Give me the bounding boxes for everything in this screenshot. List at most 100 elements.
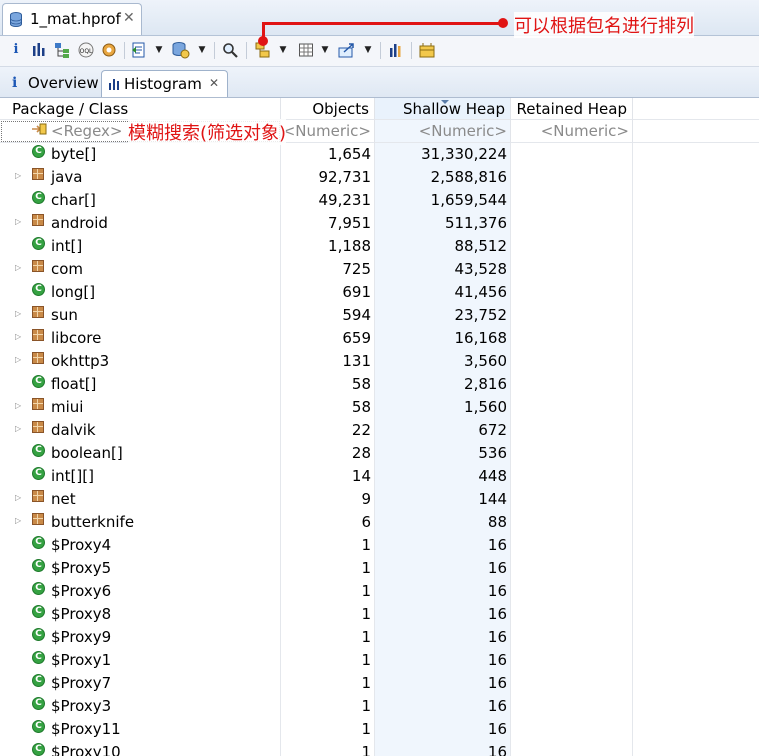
class-name: long[] <box>51 283 96 301</box>
dominator-tree-icon[interactable] <box>54 40 70 60</box>
column-header-objects[interactable]: Objects <box>281 98 375 120</box>
objects-cell: 1,654 <box>281 143 375 166</box>
expand-arrow-icon[interactable]: ▷ <box>15 171 21 180</box>
column-header-package-class[interactable]: Package / Class <box>0 98 281 120</box>
class-name: dalvik <box>51 421 96 439</box>
export-dropdown-icon[interactable]: ▼ <box>363 40 373 60</box>
overview-info-icon[interactable]: i <box>9 40 23 60</box>
table-row[interactable]: ▷ sun 594 23,752 <box>0 304 759 327</box>
class-name: com <box>51 260 84 278</box>
empty-cell <box>633 442 759 465</box>
expand-arrow-icon[interactable]: ▷ <box>15 332 21 341</box>
close-icon[interactable]: ✕ <box>123 10 135 26</box>
table-row[interactable]: ▷ android 7,951 511,376 <box>0 212 759 235</box>
oql-icon[interactable]: OQL <box>78 40 94 60</box>
table-row[interactable]: C $Proxy6 1 16 <box>0 580 759 603</box>
table-row[interactable]: Cbyte[] 1,654 31,330,224 <box>0 143 759 166</box>
name-cell: C $Proxy4 <box>0 534 281 557</box>
objects-cell: 1 <box>281 626 375 649</box>
shallow-heap-cell: 144 <box>375 488 511 511</box>
table-row[interactable]: Clong[] 691 41,456 <box>0 281 759 304</box>
retained-heap-cell <box>511 511 633 534</box>
retained-heap-cell <box>511 281 633 304</box>
close-icon[interactable]: ✕ <box>209 76 219 90</box>
tab-overview[interactable]: i Overview <box>6 70 99 97</box>
table-row[interactable]: C $Proxy4 1 16 <box>0 534 759 557</box>
histogram-icon[interactable] <box>32 40 46 60</box>
column-header-empty <box>633 98 759 120</box>
class-icon: C <box>32 582 45 595</box>
table-row[interactable]: C $Proxy8 1 16 <box>0 603 759 626</box>
group-by-dropdown-icon[interactable]: ▼ <box>278 40 288 60</box>
table-row[interactable]: Cint[][] 14 448 <box>0 465 759 488</box>
table-row[interactable]: C $Proxy9 1 16 <box>0 626 759 649</box>
column-header-shallow-heap[interactable]: Shallow Heap <box>375 98 511 120</box>
table-row[interactable]: ▷ dalvik 22 672 <box>0 419 759 442</box>
table-row[interactable]: C $Proxy5 1 16 <box>0 557 759 580</box>
table-row[interactable]: C $Proxy1 1 16 <box>0 649 759 672</box>
thread-overview-icon[interactable] <box>101 40 117 60</box>
compare-icon[interactable] <box>388 40 404 60</box>
column-header-retained-heap[interactable]: Retained Heap <box>511 98 633 120</box>
shallow-heap-filter-input[interactable]: <Numeric> <box>375 120 511 143</box>
table-row[interactable]: ▷ okhttp3 131 3,560 <box>0 350 759 373</box>
tab-histogram[interactable]: Histogram ✕ <box>101 70 228 97</box>
table-row[interactable]: C $Proxy11 1 16 <box>0 718 759 741</box>
class-icon: C <box>32 559 45 572</box>
class-icon: C <box>32 237 45 250</box>
expand-arrow-icon[interactable]: ▷ <box>15 516 21 525</box>
table-row[interactable]: ▷ com 725 43,528 <box>0 258 759 281</box>
table-row[interactable]: Cchar[] 49,231 1,659,544 <box>0 189 759 212</box>
expand-arrow-icon[interactable]: ▷ <box>15 263 21 272</box>
expand-arrow-icon[interactable]: ▷ <box>15 355 21 364</box>
merge-paths-icon[interactable] <box>419 40 435 60</box>
table-row[interactable]: ▷ butterknife 6 88 <box>0 511 759 534</box>
expand-arrow-icon[interactable]: ▷ <box>15 217 21 226</box>
expand-arrow-icon[interactable]: ▷ <box>15 493 21 502</box>
table-row[interactable]: ▷ java 92,731 2,588,816 <box>0 166 759 189</box>
class-icon: C <box>32 720 45 733</box>
objects-cell: 1 <box>281 672 375 695</box>
shallow-heap-cell: 2,816 <box>375 373 511 396</box>
expand-arrow-icon[interactable]: ▷ <box>15 424 21 433</box>
histogram-icon <box>109 79 119 90</box>
objects-cell: 1 <box>281 557 375 580</box>
class-name: $Proxy8 <box>51 605 112 623</box>
expand-arrow-icon[interactable]: ▷ <box>15 401 21 410</box>
shallow-heap-cell: 16 <box>375 695 511 718</box>
table-row[interactable]: C $Proxy3 1 16 <box>0 695 759 718</box>
empty-cell <box>633 511 759 534</box>
name-cell: C $Proxy7 <box>0 672 281 695</box>
table-row[interactable]: ▷ miui 58 1,560 <box>0 396 759 419</box>
reports-dropdown-icon[interactable]: ▼ <box>154 40 164 60</box>
table-row[interactable]: Cint[] 1,188 88,512 <box>0 235 759 258</box>
package-icon <box>32 168 44 180</box>
table-row[interactable]: Cboolean[] 28 536 <box>0 442 759 465</box>
table-row[interactable]: C $Proxy10 1 16 <box>0 741 759 756</box>
name-cell: ▷ java <box>0 166 281 189</box>
editor-tab-hprof[interactable]: 1_mat.hprof ✕ <box>2 3 142 35</box>
name-cell: ▷ dalvik <box>0 419 281 442</box>
query-browser-dropdown-icon[interactable]: ▼ <box>197 40 207 60</box>
search-icon[interactable] <box>222 40 238 60</box>
class-icon: C <box>32 444 45 457</box>
class-name: $Proxy6 <box>51 582 112 600</box>
query-browser-icon[interactable] <box>172 40 190 60</box>
table-row[interactable]: Cfloat[] 58 2,816 <box>0 373 759 396</box>
calculate-dropdown-icon[interactable]: ▼ <box>320 40 330 60</box>
empty-cell <box>633 212 759 235</box>
objects-filter-input[interactable]: <Numeric> <box>281 120 375 143</box>
export-icon[interactable] <box>338 40 356 60</box>
calculate-retained-size-icon[interactable] <box>298 40 314 60</box>
name-cell: Cfloat[] <box>0 373 281 396</box>
table-row[interactable]: ▷ net 9 144 <box>0 488 759 511</box>
shallow-heap-cell: 31,330,224 <box>375 143 511 166</box>
empty-cell <box>633 695 759 718</box>
table-row[interactable]: C $Proxy7 1 16 <box>0 672 759 695</box>
retained-heap-filter-input[interactable]: <Numeric> <box>511 120 633 143</box>
class-icon: C <box>32 191 45 204</box>
table-row[interactable]: ▷ libcore 659 16,168 <box>0 327 759 350</box>
retained-heap-cell <box>511 695 633 718</box>
reports-icon[interactable] <box>131 40 147 60</box>
expand-arrow-icon[interactable]: ▷ <box>15 309 21 318</box>
